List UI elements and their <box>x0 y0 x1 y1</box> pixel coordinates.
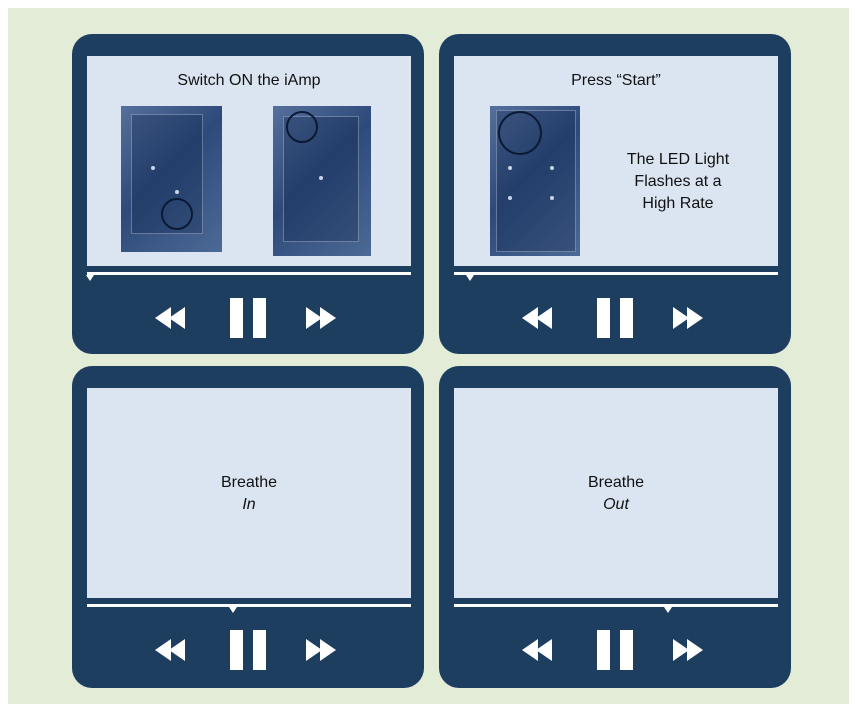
start-button-highlight-circle <box>498 111 542 155</box>
video-player-2: Press “Start” The LED Light Flashes at a… <box>439 34 791 354</box>
player-controls <box>439 298 791 338</box>
fast-forward-button[interactable] <box>304 630 344 670</box>
rewind-button[interactable] <box>153 298 193 338</box>
video-player-3: Breathe In <box>72 366 424 688</box>
player-controls <box>72 630 424 670</box>
pause-button[interactable] <box>230 630 266 670</box>
video-player-1: Switch ON the iAmp <box>72 34 424 354</box>
iamp-back-photo <box>273 106 371 256</box>
progress-thumb[interactable] <box>663 607 672 613</box>
progress-thumb[interactable] <box>466 275 475 281</box>
caption-line-1: Breathe <box>587 474 645 491</box>
player-2-screen: Press “Start” The LED Light Flashes at a… <box>454 56 778 266</box>
fast-forward-button[interactable] <box>304 298 344 338</box>
caption-line-2: Out <box>603 496 629 513</box>
pause-button[interactable] <box>597 630 633 670</box>
progress-track[interactable] <box>454 604 778 607</box>
slide-title: Press “Start” <box>571 72 661 89</box>
led-instruction-line: High Rate <box>642 195 714 212</box>
led-highlight-circle <box>286 111 318 143</box>
player-3-screen: Breathe In <box>87 388 411 598</box>
rewind-button[interactable] <box>520 298 560 338</box>
progress-track[interactable] <box>454 272 778 275</box>
progress-thumb[interactable] <box>86 275 95 281</box>
pause-button[interactable] <box>230 298 266 338</box>
player-controls <box>72 298 424 338</box>
fast-forward-button[interactable] <box>671 630 711 670</box>
video-player-4: Breathe Out <box>439 366 791 688</box>
player-4-screen: Breathe Out <box>454 388 778 598</box>
caption-line-2: In <box>242 496 256 513</box>
led-instruction: The LED Light Flashes at a High Rate <box>598 149 758 215</box>
pause-button[interactable] <box>597 298 633 338</box>
led-instruction-line: The LED Light <box>626 151 730 168</box>
breathe-in-caption: Breathe In <box>87 472 411 516</box>
figure-background: Switch ON the iAmp Press “Start” The LED… <box>8 8 849 704</box>
caption-line-1: Breathe <box>220 474 278 491</box>
fast-forward-button[interactable] <box>671 298 711 338</box>
slide-title: Switch ON the iAmp <box>177 72 321 89</box>
breathe-out-caption: Breathe Out <box>454 472 778 516</box>
led-instruction-line: Flashes at a <box>634 173 722 190</box>
rewind-button[interactable] <box>153 630 193 670</box>
progress-track[interactable] <box>87 604 411 607</box>
iamp-front-photo <box>121 106 222 252</box>
player-controls <box>439 630 791 670</box>
iamp-board-photo <box>490 106 580 256</box>
player-1-screen: Switch ON the iAmp <box>87 56 411 266</box>
rewind-button[interactable] <box>520 630 560 670</box>
switch-highlight-circle <box>161 198 193 230</box>
progress-thumb[interactable] <box>228 607 237 613</box>
progress-track[interactable] <box>87 272 411 275</box>
